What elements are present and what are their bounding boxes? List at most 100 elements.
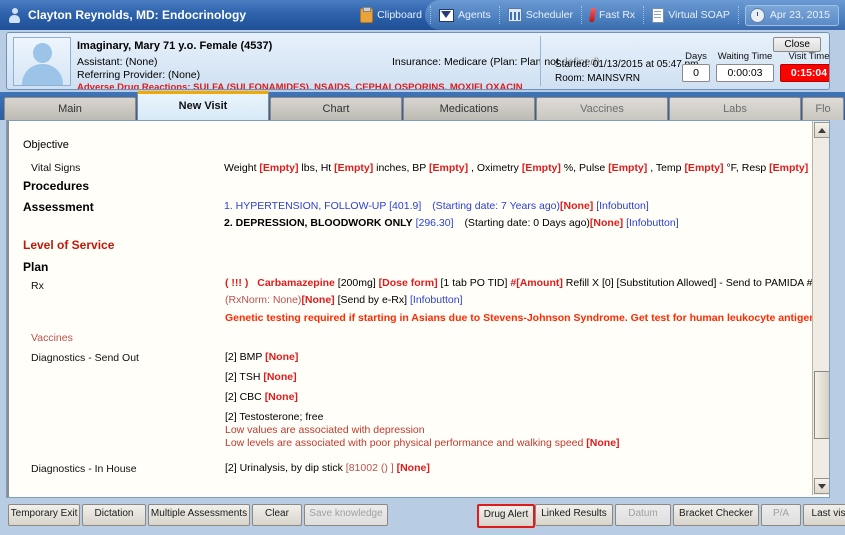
vital-signs-values[interactable]: Weight [Empty] lbs, Ht [Empty] inches, B… [224,162,814,174]
assessment-2-infobutton[interactable]: [Infobutton] [626,217,679,229]
toolbar-item-fast-rx[interactable]: Fast Rx [582,6,644,24]
vital-signs-label: Vital Signs [31,162,80,174]
close-button[interactable]: Close [773,37,821,52]
toolbar-label-agents: Agents [458,9,491,21]
dx-urinalysis-none[interactable]: [None] [397,462,430,474]
clipboard-icon [360,8,373,23]
toolbar-item-virtual-soap[interactable]: Virtual SOAP [644,6,739,24]
tab-flowsheet[interactable]: Flo [802,97,844,120]
assessment-2-none[interactable]: [None] [590,217,623,229]
toolbar-label-fast-rx: Fast Rx [599,9,635,21]
rx-line-1[interactable]: ( !!! ) Carbamazepine [200mg] [Dose form… [225,277,830,289]
assessment-1-infobutton[interactable]: [Infobutton] [596,200,649,212]
vitals-oximetry-label: , Oximetry [468,162,522,174]
tab-medications[interactable]: Medications [403,97,535,120]
rx-infobutton[interactable]: [Infobutton] [410,294,463,306]
bottom-button-bar: Temporary Exit Dictation Multiple Assess… [0,500,845,535]
rx-drug-name[interactable]: Carbamazepine [257,277,335,289]
dx-tsh-none[interactable]: [None] [263,371,296,383]
linked-results-button[interactable]: Linked Results [535,504,613,526]
assessment-2-start: (Starting date: 0 Days ago) [464,217,589,229]
vitals-ht-value[interactable]: [Empty] [334,162,373,174]
vitals-temp-value[interactable]: [Empty] [684,162,723,174]
dx-bmp-none[interactable]: [None] [265,351,298,363]
person-icon [8,8,21,23]
dx-testosterone-note-1: Low values are associated with depressio… [225,424,425,436]
timer-days: Days 0 [682,51,710,82]
temporary-exit-button[interactable]: Temporary Exit [8,504,80,526]
dx-cbc-name[interactable]: [2] CBC [225,391,265,403]
assessment-1-name[interactable]: 1. HYPERTENSION, FOLLOW-UP [224,200,386,212]
virtual-soap-icon [652,8,664,23]
last-visit-button[interactable]: Last visit [803,504,845,526]
tab-vaccines[interactable]: Vaccines [536,97,668,120]
dx-sendout-row-cbc[interactable]: [2] CBC [None] [225,391,298,403]
rx-line-2[interactable]: (RxNorm: None)[None] [Send by e-Rx] [Inf… [225,294,463,306]
vitals-bp-value[interactable]: [Empty] [429,162,468,174]
assessment-2-code: [296.30] [416,217,454,229]
dx-testosterone-name[interactable]: [2] Testosterone; free [225,411,323,423]
assessment-1-none[interactable]: [None] [560,200,593,212]
toolbar-item-scheduler[interactable]: Scheduler [500,6,582,24]
dx-sendout-row-bmp[interactable]: [2] BMP [None] [225,351,298,363]
multiple-assessments-button[interactable]: Multiple Assessments [148,504,250,526]
assessment-1-code: [401.9] [389,200,421,212]
tab-labs[interactable]: Labs [669,97,801,120]
rx-strength[interactable]: [200mg] [338,277,376,289]
date-display[interactable]: Apr 23, 2015 [745,5,839,26]
vertical-scrollbar[interactable] [812,121,829,495]
clear-button[interactable]: Clear [252,504,302,526]
dx-sendout-row-tsh[interactable]: [2] TSH [None] [225,371,297,383]
timer-visit-value: 0:15:04 [780,64,830,82]
diagnostics-inhouse-label: Diagnostics - In House [31,463,137,475]
patient-name: Imaginary, Mary 71 y.o. Female (4537) [77,40,272,52]
timer-visit-label: Visit Time [788,51,829,62]
tab-main[interactable]: Main [4,97,136,120]
title-bar: Clayton Reynolds, MD: Endocrinology Clip… [0,0,845,30]
agents-icon [439,9,454,22]
assessment-row-2[interactable]: 2. DEPRESSION, BLOODWORK ONLY [296.30] (… [224,217,679,229]
visit-started: Started: 01/13/2015 at 05:47 pm [555,59,698,70]
timer-days-label: Days [685,51,707,62]
patient-assistant: Assistant: (None) [77,56,158,68]
dx-cbc-none[interactable]: [None] [265,391,298,403]
rx-alert-flag[interactable]: ( !!! ) [225,277,248,289]
dx-testosterone-none[interactable]: [None] [586,437,619,449]
scroll-up-icon[interactable] [814,122,830,138]
rx-sig[interactable]: [1 tab PO TID] [441,277,508,289]
visit-room: Room: MAINSVRN [555,73,640,84]
vitals-resp-value[interactable]: [Empty] [769,162,808,174]
toolbar-item-clipboard[interactable]: Clipboard [352,6,431,24]
dx-inhouse-row[interactable]: [2] Urinalysis, by dip stick [81002 () ]… [225,462,430,474]
scroll-down-icon[interactable] [814,478,830,494]
vitals-weight-label: Weight [224,162,259,174]
rx-amount[interactable]: #[Amount] [510,277,563,289]
timer-waiting-label: Waiting Time [718,51,773,62]
patient-header: Imaginary, Mary 71 y.o. Female (4537) As… [6,32,830,90]
bracket-checker-button[interactable]: Bracket Checker [673,504,759,526]
adverse-drug-reactions[interactable]: Adverse Drug Reactions: SULFA (SULFONAMI… [77,82,523,90]
dx-urinalysis-name[interactable]: [2] Urinalysis, by dip stick [225,462,346,474]
rx-send-erx[interactable]: [Send by e-Rx] [335,294,410,306]
rx-none[interactable]: [None] [301,294,334,306]
dx-tsh-name[interactable]: [2] TSH [225,371,263,383]
current-date: Apr 23, 2015 [770,9,830,21]
toolbar-item-agents[interactable]: Agents [431,6,500,24]
vitals-bp-label: inches, BP [373,162,429,174]
tab-new-visit[interactable]: New Visit [137,91,269,120]
vitals-pulse-value[interactable]: [Empty] [608,162,647,174]
scrollbar-thumb[interactable] [814,371,830,439]
drug-alert-button[interactable]: Drug Alert [477,504,535,528]
rx-dose-form[interactable]: [Dose form] [379,277,438,289]
assessment-2-name[interactable]: 2. DEPRESSION, BLOODWORK ONLY [224,217,413,229]
dx-bmp-name[interactable]: [2] BMP [225,351,265,363]
toolbar-label-scheduler: Scheduler [526,9,573,21]
vitals-pulse-label: %, Pulse [561,162,608,174]
vaccines-heading: Vaccines [31,332,73,344]
assessment-row-1[interactable]: 1. HYPERTENSION, FOLLOW-UP [401.9] (Star… [224,200,649,212]
vitals-oximetry-value[interactable]: [Empty] [522,162,561,174]
dictation-button[interactable]: Dictation [82,504,146,526]
dx-testosterone-note-2-row[interactable]: Low levels are associated with poor phys… [225,437,620,449]
vitals-weight-value[interactable]: [Empty] [259,162,298,174]
tab-chart[interactable]: Chart [270,97,402,120]
